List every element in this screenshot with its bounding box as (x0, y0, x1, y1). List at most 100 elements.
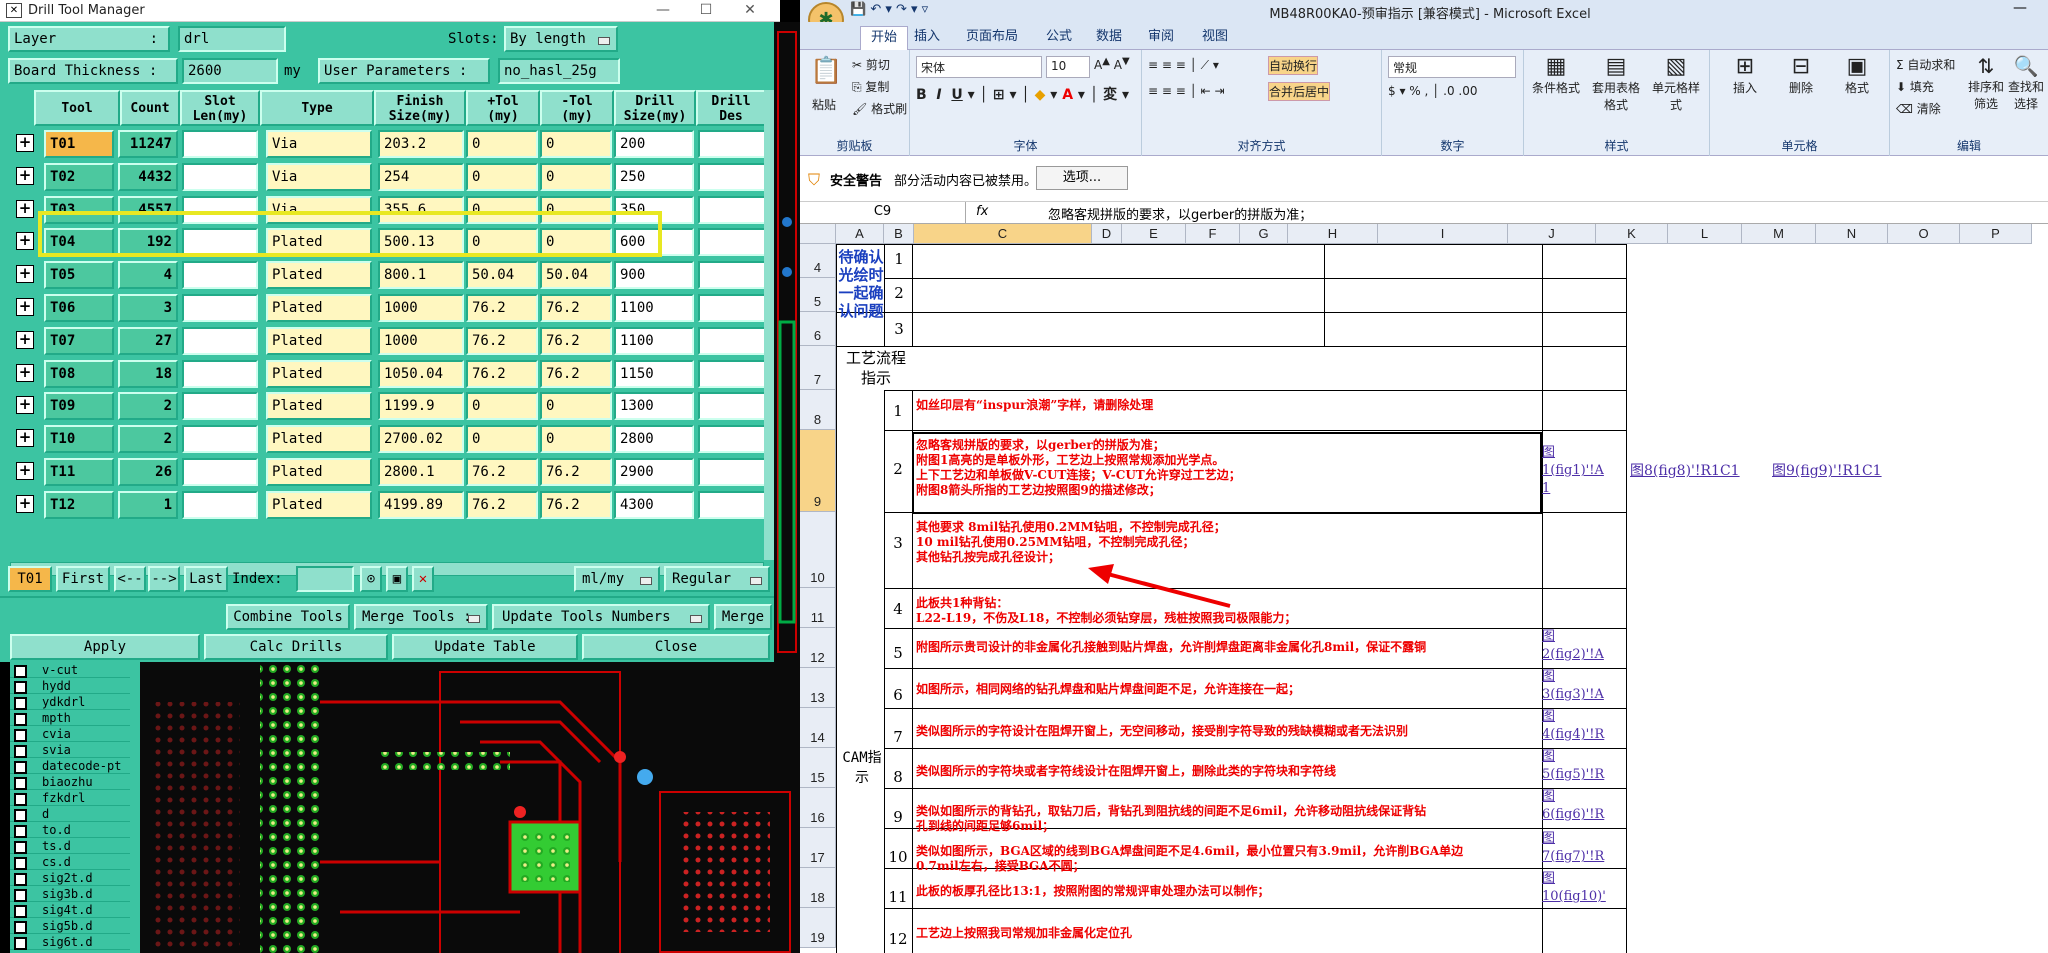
last-button[interactable]: Last (184, 566, 228, 592)
link-fig1[interactable]: 图 1(fig1)'!A 1 (1542, 444, 1626, 498)
expand-button[interactable]: + (16, 396, 34, 415)
layer-list-item[interactable]: biaozhu (10, 774, 130, 790)
link-fig3[interactable]: 图 3(fig3)'!A (1542, 668, 1626, 704)
layer-list-item[interactable]: svia (10, 742, 130, 758)
combine-tools-button[interactable]: Combine Tools (226, 604, 350, 630)
tab-page-layout[interactable]: 页面布局 (966, 26, 1018, 50)
apply-button[interactable]: Apply (10, 634, 200, 660)
cell-style-button[interactable]: ▧ 单元格样式 (1648, 54, 1704, 113)
drill-des-input[interactable] (698, 359, 764, 388)
slot-len-input[interactable] (182, 359, 258, 388)
slot-len-input[interactable] (182, 162, 258, 191)
layer-list-scrollbar[interactable] (130, 662, 140, 953)
finish-size-input[interactable]: 1000 (378, 294, 464, 322)
drill-size-input[interactable]: 4300 (614, 490, 694, 519)
drill-des-input[interactable] (698, 228, 764, 257)
merge-tools-dropdown[interactable]: Merge Tools : (354, 604, 488, 630)
insert-cells-button[interactable]: ⊞ 插入 (1720, 54, 1770, 96)
options-button[interactable]: 选项... (1036, 166, 1128, 190)
drill-des-input[interactable] (698, 458, 764, 486)
row-header[interactable]: 19 (800, 908, 836, 948)
link-fig7[interactable]: 图 7(fig7)'!R (1542, 830, 1626, 866)
link-fig2[interactable]: 图 2(fig2)'!A (1542, 628, 1626, 664)
user-params-input[interactable]: no_hasl_25g (498, 58, 620, 84)
drill-des-input[interactable] (698, 490, 764, 519)
minus-tol-input[interactable]: 76.2 (540, 326, 612, 355)
item-text[interactable]: 附图所示贵司设计的非金属化孔接触到贴片焊盘，允许削焊盘距离非金属化孔8mil，保… (916, 640, 1540, 655)
row-header[interactable]: 17 (800, 828, 836, 868)
expand-button[interactable]: + (16, 494, 34, 513)
search-icon[interactable]: ⊙ (360, 566, 382, 592)
slot-len-input[interactable] (182, 294, 258, 322)
layer-list-item[interactable]: cvia (10, 726, 130, 742)
link-fig9[interactable]: 图9(fig9)'!R1C1 (1772, 462, 1882, 480)
layer-list-item[interactable]: cs.d (10, 854, 130, 870)
conditional-format-button[interactable]: ▦ 条件格式 (1528, 54, 1584, 96)
link-fig10[interactable]: 图 10(fig10)' (1542, 870, 1626, 906)
table-style-button[interactable]: ▤ 套用表格格式 (1588, 54, 1644, 113)
drill-size-input[interactable]: 900 (614, 261, 694, 290)
tool-cell[interactable]: T09 (44, 392, 114, 421)
type-dropdown[interactable]: Via (266, 130, 372, 158)
finish-size-input[interactable]: 2800.1 (378, 458, 464, 486)
link-fig8[interactable]: 图8(fig8)'!R1C1 (1630, 462, 1740, 480)
vertical-scrollbar[interactable] (764, 90, 774, 560)
index-input[interactable] (296, 566, 354, 592)
item-text[interactable]: 类似图所示的字符设计在阻焊开窗上，无空间移动，接受削字符导致的残缺模糊或者无法识… (916, 724, 1540, 739)
number-format-icons[interactable]: $ ▾ % , │ .0 .00 (1388, 84, 1478, 98)
plus-tol-input[interactable]: 0 (466, 130, 538, 158)
board-thickness-input[interactable]: 2600 (182, 58, 278, 84)
row-header[interactable]: 10 (800, 512, 836, 588)
type-dropdown[interactable]: Plated (266, 261, 372, 290)
select-all-corner[interactable] (800, 224, 836, 244)
layer-list-item[interactable]: sig4t.d (10, 902, 130, 918)
drill-size-input[interactable]: 1150 (614, 359, 694, 388)
item-text[interactable]: 此板的板厚孔径比13:1，按照附图的常规评审处理办法可以制作； (916, 884, 1540, 899)
plus-tol-input[interactable]: 0 (466, 162, 538, 191)
tab-formulas[interactable]: 公式 (1046, 26, 1072, 50)
copy-button[interactable]: ⎘ 复制 (852, 78, 889, 95)
row-header[interactable]: 11 (800, 588, 836, 628)
minus-tol-input[interactable]: 0 (540, 425, 612, 454)
autosum-button[interactable]: Σ 自动求和 (1896, 56, 1955, 73)
item-text[interactable]: 如丝印层有“inspur浪潮”字样，请删除处理 (916, 398, 1540, 413)
drill-size-input[interactable]: 250 (614, 162, 694, 191)
layer-list-item[interactable]: to.d (10, 822, 130, 838)
layer-list-item[interactable]: sig5b.d (10, 918, 130, 934)
plus-tol-input[interactable]: 76.2 (466, 490, 538, 519)
row-header[interactable]: 15 (800, 748, 836, 788)
expand-button[interactable]: + (16, 265, 34, 284)
first-button[interactable]: First (56, 566, 110, 592)
column-header[interactable]: G (1240, 224, 1288, 244)
calc-drills-button[interactable]: Calc Drills (204, 634, 388, 660)
fill-button[interactable]: ⬇ 填充 (1896, 78, 1934, 95)
row-header[interactable]: 4 (800, 244, 836, 278)
item-text[interactable]: 类似如图所示，BGA区域的线到BGA焊盘间距不足4.6mil，最小位置只有3.9… (916, 844, 1540, 874)
format-buttons[interactable]: B I U ▾ │ ⊞ ▾ │ ◆ ▾ A ▾ │ 変 ▾ (916, 84, 1129, 104)
row-header[interactable]: 8 (800, 390, 836, 430)
plus-tol-input[interactable]: 50.04 (466, 261, 538, 290)
minus-tol-input[interactable]: 0 (540, 130, 612, 158)
cut-button[interactable]: ✂ 剪切 (852, 56, 890, 73)
wrap-text-button[interactable]: 自动换行 (1268, 56, 1319, 75)
finish-size-input[interactable]: 800.1 (378, 261, 464, 290)
delete-cells-button[interactable]: ⊟ 删除 (1776, 54, 1826, 96)
layer-list-item[interactable]: fzkdrl (10, 790, 130, 806)
column-header[interactable]: M (1742, 224, 1816, 244)
slot-len-input[interactable] (182, 326, 258, 355)
minimize-button[interactable]: — (645, 0, 681, 22)
drill-size-input[interactable]: 1300 (614, 392, 694, 421)
column-header[interactable]: C (914, 224, 1092, 244)
merge-center-button[interactable]: 合并后居中 (1268, 82, 1331, 101)
drill-des-input[interactable] (698, 294, 764, 322)
drill-des-input[interactable] (698, 162, 764, 191)
drill-des-input[interactable] (698, 425, 764, 454)
finish-size-input[interactable]: 1000 (378, 326, 464, 355)
expand-button[interactable]: + (16, 166, 34, 185)
paste-button[interactable]: 粘贴 (812, 96, 836, 113)
next-button[interactable]: --> (148, 566, 180, 592)
row-header[interactable]: 5 (800, 278, 836, 312)
column-header[interactable]: B (884, 224, 914, 244)
item-text[interactable]: 类似如图所示的背钻孔，取钻刀后，背钻孔到阻抗线的间距不足6mil，允许移动阻抗线… (916, 804, 1540, 834)
row-header[interactable]: 13 (800, 668, 836, 708)
